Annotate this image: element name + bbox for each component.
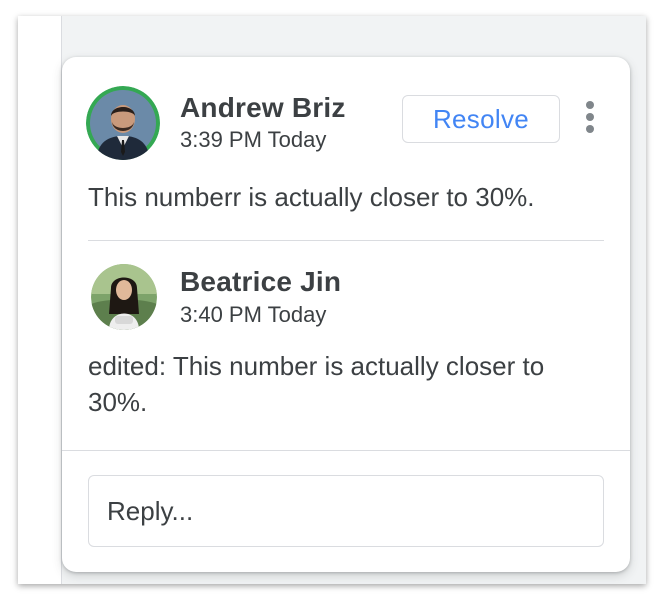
avatar[interactable] [86,86,160,160]
reply-input[interactable] [88,475,604,547]
comment-item: Andrew Briz 3:39 PM Today Resolve This n… [62,57,630,240]
comment-text: edited: This number is actually closer t… [88,351,545,417]
comment-timestamp: 3:40 PM Today [180,302,327,327]
dot [586,101,594,109]
more-vertical-icon[interactable] [580,97,600,137]
dot [586,125,594,133]
comment-timestamp: 3:39 PM Today [180,127,327,152]
comment-item: Beatrice Jin 3:40 PM Today edited: This … [62,240,630,450]
avatar[interactable] [91,264,157,330]
comment-author: Beatrice Jin [180,266,342,297]
comment-thread-card[interactable]: Andrew Briz 3:39 PM Today Resolve This n… [62,57,630,572]
comment-panel-window: Andrew Briz 3:39 PM Today Resolve This n… [18,16,646,584]
avatar-photo-andrew [86,86,160,160]
comment-text: This numberr is actually closer to 30%. [88,182,535,212]
document-edge [18,16,62,584]
comment-author: Andrew Briz [180,92,346,123]
resolve-button[interactable]: Resolve [402,95,560,143]
reply-divider [62,450,630,451]
dot [586,113,594,121]
avatar-photo-beatrice [91,264,157,330]
